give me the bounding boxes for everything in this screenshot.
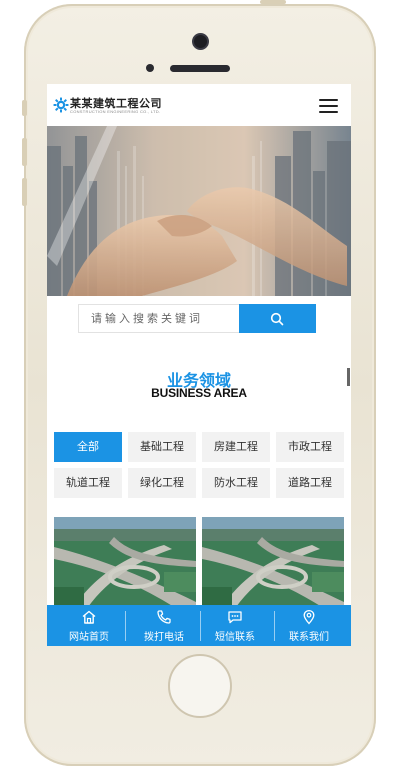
brand-subtitle: CONSTRUCTION ENGINEERING CO., LTD.: [70, 109, 161, 114]
proximity-sensor: [146, 64, 154, 72]
hero-banner-handshake: [47, 126, 351, 296]
project-thumbnail[interactable]: [54, 517, 196, 607]
search-icon: [270, 312, 284, 326]
gear-logo-icon: [53, 97, 69, 113]
nav-sms[interactable]: 短信联系: [197, 605, 273, 646]
phone-side-button: [22, 100, 27, 116]
category-tab-all[interactable]: 全部: [54, 432, 122, 462]
category-tab-road[interactable]: 道路工程: [276, 468, 344, 498]
category-tab-greening[interactable]: 绿化工程: [128, 468, 196, 498]
location-icon: [303, 609, 315, 625]
front-camera: [192, 33, 209, 50]
nav-home[interactable]: 网站首页: [51, 605, 127, 646]
project-thumbnail[interactable]: [202, 517, 344, 607]
category-tab-housing[interactable]: 房建工程: [202, 432, 270, 462]
site-header: 某某建筑工程公司 CONSTRUCTION ENGINEERING CO., L…: [47, 84, 351, 127]
nav-call[interactable]: 拨打电话: [126, 605, 202, 646]
highway-interchange-image: [202, 517, 344, 607]
project-thumbnails: [47, 517, 351, 607]
highway-interchange-image: [54, 517, 196, 607]
phone-volume-down-button: [22, 178, 27, 206]
hamburger-menu-icon[interactable]: [319, 99, 338, 113]
search-bar: [47, 296, 351, 338]
category-tab-foundation[interactable]: 基础工程: [128, 432, 196, 462]
category-tab-waterproof[interactable]: 防水工程: [202, 468, 270, 498]
bottom-navigation: 网站首页 拨打电话 短信联系 联系我们: [47, 605, 351, 646]
phone-power-button: [260, 0, 286, 4]
phone-volume-up-button: [22, 138, 27, 166]
phone-home-button[interactable]: [168, 654, 232, 718]
nav-sms-label: 短信联系: [215, 632, 255, 643]
search-button[interactable]: [239, 304, 316, 333]
nav-home-label: 网站首页: [69, 632, 109, 643]
nav-contact-label: 联系我们: [289, 632, 329, 643]
section-subtitle: BUSINESS AREA: [151, 386, 247, 400]
nav-contact[interactable]: 联系我们: [271, 605, 347, 646]
message-icon: [228, 611, 242, 624]
earpiece-speaker: [170, 65, 230, 72]
nav-call-label: 拨打电话: [144, 632, 184, 643]
category-tab-rail[interactable]: 轨道工程: [54, 468, 122, 498]
phone-icon: [157, 610, 171, 624]
phone-screen: 某某建筑工程公司 CONSTRUCTION ENGINEERING CO., L…: [47, 84, 351, 646]
handshake-city-image: [47, 126, 351, 296]
category-tab-municipal[interactable]: 市政工程: [276, 432, 344, 462]
search-input[interactable]: [78, 304, 239, 333]
home-icon: [82, 610, 96, 624]
